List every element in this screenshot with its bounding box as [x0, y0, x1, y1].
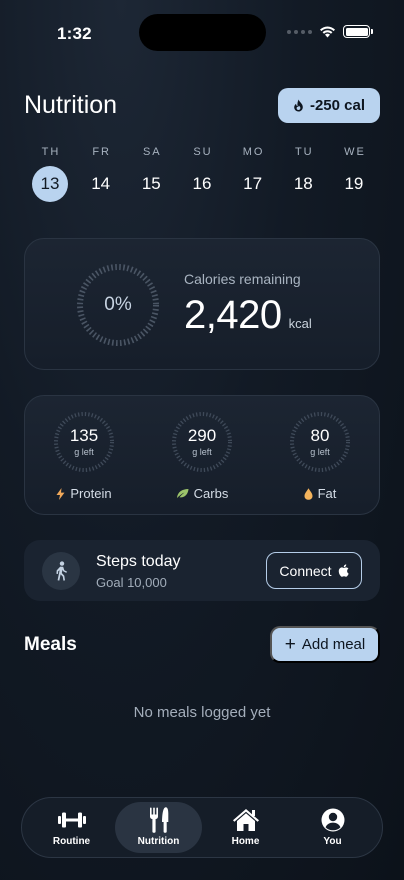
day-number: 14 [91, 174, 111, 193]
meals-empty-state: No meals logged yet [133, 704, 271, 721]
status-time: 1:32 [57, 24, 92, 43]
day-label: FR [92, 146, 111, 158]
tab-you[interactable]: You [289, 802, 376, 853]
protein-label-row: Protein [56, 486, 112, 501]
walking-icon-svg [56, 561, 67, 581]
person-circle-icon [321, 808, 345, 832]
carbs-ring: 290 g left [170, 410, 234, 474]
calories-caption: Calories remaining [184, 271, 301, 287]
day-friday[interactable]: FR 14 [83, 146, 119, 202]
fat-name: Fat [317, 486, 337, 501]
day-number: 18 [293, 174, 313, 193]
tab-routine-label: Routine [52, 836, 91, 847]
protein-value: 135 [69, 426, 99, 445]
tab-home-label: Home [231, 836, 260, 847]
fork-knife-icon [149, 807, 169, 833]
carbs-sub: g left [192, 447, 212, 457]
carbs-value: 290 [187, 426, 217, 445]
steps-text: Steps today Goal 10,000 [96, 553, 181, 590]
day-label: WE [344, 146, 366, 158]
day-label: MO [242, 146, 265, 158]
meals-title: Meals [24, 633, 77, 655]
day-number: 15 [141, 174, 161, 193]
calorie-badge-label: -250 cal [309, 96, 365, 114]
calories-remaining-value: 2,420 [184, 293, 282, 337]
tab-bar: Routine Nutrition Home You [21, 797, 383, 858]
tab-nutrition-label: Nutrition [137, 836, 180, 847]
status-icons [287, 25, 373, 38]
meals-header: Meals + Add meal [24, 626, 380, 663]
day-label: TU [294, 146, 314, 158]
day-wednesday[interactable]: WE 19 [336, 146, 372, 202]
walking-icon [42, 552, 80, 590]
lightning-icon [56, 487, 65, 500]
apple-icon [338, 564, 349, 577]
carbs-label-row: Carbs [176, 486, 229, 501]
day-label: SU [193, 146, 213, 158]
battery-icon [343, 25, 373, 38]
steps-title: Steps today [96, 553, 181, 570]
macro-protein[interactable]: 135 g left Protein [44, 410, 124, 501]
home-icon [232, 808, 260, 832]
wifi-icon [320, 26, 335, 38]
flame-icon [294, 99, 303, 111]
day-number: 17 [243, 174, 263, 193]
macros-card[interactable]: 135 g left Protein 290 g left Carbs 80 g… [24, 395, 380, 515]
tab-nutrition[interactable]: Nutrition [115, 802, 202, 853]
fat-ring: 80 g left [288, 410, 352, 474]
protein-name: Protein [70, 486, 112, 501]
steps-card: Steps today Goal 10,000 Connect [24, 540, 380, 601]
day-number: 16 [192, 174, 212, 193]
day-tuesday[interactable]: TU 18 [285, 146, 321, 202]
connect-label: Connect [279, 562, 332, 579]
leaf-icon [176, 489, 189, 498]
header: Nutrition -250 cal [24, 87, 380, 123]
day-label: TH [41, 146, 61, 158]
calorie-percent: 0% [104, 294, 132, 315]
macro-fat[interactable]: 80 g left Fat [280, 410, 360, 501]
dynamic-island [139, 14, 266, 51]
day-sunday[interactable]: SU 16 [184, 146, 220, 202]
day-monday[interactable]: MO 17 [235, 146, 271, 202]
plus-icon: + [284, 634, 296, 655]
day-label: SA [142, 146, 162, 158]
day-saturday[interactable]: SA 15 [133, 146, 169, 202]
signal-icon [287, 29, 312, 34]
calorie-progress-ring: 0% [74, 261, 162, 349]
protein-sub: g left [74, 447, 94, 457]
steps-goal: Goal 10,000 [96, 575, 167, 590]
day-number: 19 [344, 174, 364, 193]
calories-unit: kcal [288, 316, 312, 331]
calorie-info: Calories remaining 2,420 kcal [184, 271, 312, 338]
drop-icon [304, 487, 313, 500]
page-title: Nutrition [24, 90, 118, 119]
macro-carbs[interactable]: 290 g left Carbs [162, 410, 242, 501]
day-thursday[interactable]: TH 13 [32, 146, 68, 202]
tab-you-label: You [323, 836, 342, 847]
protein-ring: 135 g left [52, 410, 116, 474]
connect-health-button[interactable]: Connect [266, 552, 362, 589]
add-meal-button[interactable]: + Add meal [270, 626, 380, 663]
week-selector: TH 13 FR 14 SA 15 SU 16 MO 17 TU 18 WE 1… [24, 146, 380, 202]
add-meal-label: Add meal [301, 636, 366, 653]
calorie-goal-button[interactable]: -250 cal [277, 87, 380, 123]
day-number: 13 [32, 166, 68, 202]
calorie-value-row: 2,420 kcal [184, 293, 312, 338]
carbs-name: Carbs [193, 486, 229, 501]
fat-sub: g left [310, 447, 330, 457]
tab-home[interactable]: Home [202, 802, 289, 853]
dumbbell-icon [57, 808, 87, 832]
calories-card[interactable]: 0% Calories remaining 2,420 kcal [24, 238, 380, 370]
status-bar: 1:32 [0, 0, 404, 66]
fat-label-row: Fat [304, 486, 337, 501]
tab-routine[interactable]: Routine [28, 802, 115, 853]
fat-value: 80 [310, 426, 330, 445]
